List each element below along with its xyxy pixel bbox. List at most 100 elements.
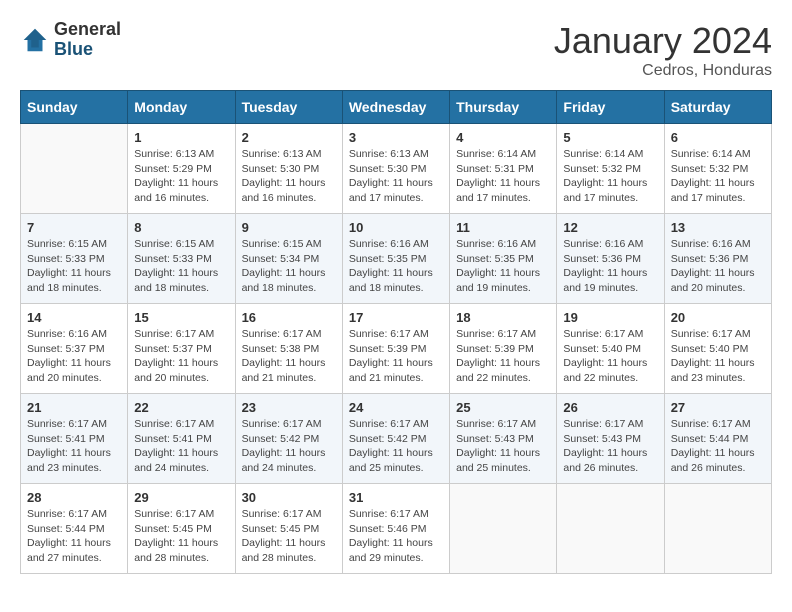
calendar-cell: 21 Sunrise: 6:17 AMSunset: 5:41 PMDayligh… <box>21 394 128 484</box>
day-info: Sunrise: 6:17 AMSunset: 5:44 PMDaylight:… <box>27 507 121 566</box>
day-info: Sunrise: 6:16 AMSunset: 5:35 PMDaylight:… <box>349 237 443 296</box>
calendar-cell: 22 Sunrise: 6:17 AMSunset: 5:41 PMDayligh… <box>128 394 235 484</box>
calendar-cell: 24 Sunrise: 6:17 AMSunset: 5:42 PMDayligh… <box>342 394 449 484</box>
calendar-week-row: 28Sunrise: 6:17 AMSunset: 5:44 PMDayligh… <box>21 484 772 574</box>
logo: General Blue <box>20 20 121 60</box>
day-info: Sunrise: 6:16 AMSunset: 5:37 PMDaylight:… <box>27 327 121 386</box>
day-info: Sunrise: 6:17 AMSunset: 5:40 PMDaylight:… <box>671 327 765 386</box>
day-info: Sunrise: 6:13 AMSunset: 5:30 PMDaylight:… <box>349 147 443 206</box>
day-header-monday: Monday <box>128 91 235 124</box>
day-header-tuesday: Tuesday <box>235 91 342 124</box>
calendar-cell <box>21 124 128 214</box>
calendar-cell <box>450 484 557 574</box>
calendar-cell: 7 Sunrise: 6:15 AMSunset: 5:33 PMDaylight… <box>21 214 128 304</box>
calendar-cell: 29Sunrise: 6:17 AMSunset: 5:45 PMDayligh… <box>128 484 235 574</box>
calendar-cell: 5Sunrise: 6:14 AMSunset: 5:32 PMDaylight… <box>557 124 664 214</box>
day-info: Sunrise: 6:17 AMSunset: 5:42 PMDaylight:… <box>242 417 336 476</box>
day-number: 1 <box>134 130 228 145</box>
day-info: Sunrise: 6:16 AMSunset: 5:35 PMDaylight:… <box>456 237 550 296</box>
calendar-cell: 19 Sunrise: 6:17 AMSunset: 5:40 PMDayligh… <box>557 304 664 394</box>
calendar-cell: 31Sunrise: 6:17 AMSunset: 5:46 PMDayligh… <box>342 484 449 574</box>
calendar-cell: 18 Sunrise: 6:17 AMSunset: 5:39 PMDayligh… <box>450 304 557 394</box>
calendar-cell: 14 Sunrise: 6:16 AMSunset: 5:37 PMDayligh… <box>21 304 128 394</box>
day-number: 2 <box>242 130 336 145</box>
calendar-cell: 20 Sunrise: 6:17 AMSunset: 5:40 PMDayligh… <box>664 304 771 394</box>
day-number: 27 <box>671 400 765 415</box>
day-number: 15 <box>134 310 228 325</box>
day-info: Sunrise: 6:17 AMSunset: 5:44 PMDaylight:… <box>671 417 765 476</box>
day-info: Sunrise: 6:14 AMSunset: 5:32 PMDaylight:… <box>671 147 765 206</box>
day-info: Sunrise: 6:16 AMSunset: 5:36 PMDaylight:… <box>671 237 765 296</box>
day-info: Sunrise: 6:17 AMSunset: 5:39 PMDaylight:… <box>456 327 550 386</box>
page-header: General Blue January 2024 Cedros, Hondur… <box>20 20 772 80</box>
calendar-cell: 27 Sunrise: 6:17 AMSunset: 5:44 PMDayligh… <box>664 394 771 484</box>
logo-blue: Blue <box>54 40 121 60</box>
day-number: 10 <box>349 220 443 235</box>
day-number: 23 <box>242 400 336 415</box>
calendar-week-row: 21 Sunrise: 6:17 AMSunset: 5:41 PMDayligh… <box>21 394 772 484</box>
day-number: 14 <box>27 310 121 325</box>
calendar-cell: 10 Sunrise: 6:16 AMSunset: 5:35 PMDayligh… <box>342 214 449 304</box>
location: Cedros, Honduras <box>554 62 772 80</box>
day-number: 19 <box>563 310 657 325</box>
calendar-week-row: 7 Sunrise: 6:15 AMSunset: 5:33 PMDaylight… <box>21 214 772 304</box>
calendar-cell: 28Sunrise: 6:17 AMSunset: 5:44 PMDayligh… <box>21 484 128 574</box>
day-number: 18 <box>456 310 550 325</box>
day-header-thursday: Thursday <box>450 91 557 124</box>
day-number: 11 <box>456 220 550 235</box>
calendar-cell: 25Sunrise: 6:17 AMSunset: 5:43 PMDayligh… <box>450 394 557 484</box>
day-info: Sunrise: 6:14 AMSunset: 5:31 PMDaylight:… <box>456 147 550 206</box>
day-info: Sunrise: 6:17 AMSunset: 5:41 PMDaylight:… <box>27 417 121 476</box>
logo-icon <box>20 25 50 55</box>
day-number: 29 <box>134 490 228 505</box>
day-number: 17 <box>349 310 443 325</box>
title-section: January 2024 Cedros, Honduras <box>554 20 772 80</box>
day-number: 25 <box>456 400 550 415</box>
day-number: 20 <box>671 310 765 325</box>
day-header-saturday: Saturday <box>664 91 771 124</box>
day-info: Sunrise: 6:17 AMSunset: 5:39 PMDaylight:… <box>349 327 443 386</box>
day-info: Sunrise: 6:15 AMSunset: 5:34 PMDaylight:… <box>242 237 336 296</box>
calendar-cell: 2Sunrise: 6:13 AMSunset: 5:30 PMDaylight… <box>235 124 342 214</box>
day-number: 26 <box>563 400 657 415</box>
calendar-cell: 6 Sunrise: 6:14 AMSunset: 5:32 PMDaylight… <box>664 124 771 214</box>
day-info: Sunrise: 6:14 AMSunset: 5:32 PMDaylight:… <box>563 147 657 206</box>
calendar-cell <box>664 484 771 574</box>
calendar-table: SundayMondayTuesdayWednesdayThursdayFrid… <box>20 90 772 574</box>
day-header-friday: Friday <box>557 91 664 124</box>
day-number: 4 <box>456 130 550 145</box>
calendar-cell: 13 Sunrise: 6:16 AMSunset: 5:36 PMDayligh… <box>664 214 771 304</box>
day-info: Sunrise: 6:16 AMSunset: 5:36 PMDaylight:… <box>563 237 657 296</box>
logo-general: General <box>54 20 121 40</box>
day-info: Sunrise: 6:17 AMSunset: 5:41 PMDaylight:… <box>134 417 228 476</box>
day-info: Sunrise: 6:15 AMSunset: 5:33 PMDaylight:… <box>134 237 228 296</box>
day-number: 3 <box>349 130 443 145</box>
day-info: Sunrise: 6:17 AMSunset: 5:42 PMDaylight:… <box>349 417 443 476</box>
calendar-cell: 4 Sunrise: 6:14 AMSunset: 5:31 PMDaylight… <box>450 124 557 214</box>
calendar-cell: 16Sunrise: 6:17 AMSunset: 5:38 PMDayligh… <box>235 304 342 394</box>
day-number: 16 <box>242 310 336 325</box>
day-number: 30 <box>242 490 336 505</box>
calendar-header-row: SundayMondayTuesdayWednesdayThursdayFrid… <box>21 91 772 124</box>
day-number: 6 <box>671 130 765 145</box>
calendar-cell: 8 Sunrise: 6:15 AMSunset: 5:33 PMDaylight… <box>128 214 235 304</box>
calendar-cell: 17 Sunrise: 6:17 AMSunset: 5:39 PMDayligh… <box>342 304 449 394</box>
day-number: 7 <box>27 220 121 235</box>
calendar-cell <box>557 484 664 574</box>
day-number: 31 <box>349 490 443 505</box>
calendar-cell: 3 Sunrise: 6:13 AMSunset: 5:30 PMDaylight… <box>342 124 449 214</box>
day-number: 13 <box>671 220 765 235</box>
calendar-week-row: 1Sunrise: 6:13 AMSunset: 5:29 PMDaylight… <box>21 124 772 214</box>
day-number: 8 <box>134 220 228 235</box>
calendar-cell: 9 Sunrise: 6:15 AMSunset: 5:34 PMDaylight… <box>235 214 342 304</box>
day-number: 21 <box>27 400 121 415</box>
logo-text: General Blue <box>54 20 121 60</box>
day-number: 22 <box>134 400 228 415</box>
day-number: 9 <box>242 220 336 235</box>
calendar-cell: 12 Sunrise: 6:16 AMSunset: 5:36 PMDayligh… <box>557 214 664 304</box>
day-number: 24 <box>349 400 443 415</box>
day-info: Sunrise: 6:17 AMSunset: 5:40 PMDaylight:… <box>563 327 657 386</box>
day-info: Sunrise: 6:15 AMSunset: 5:33 PMDaylight:… <box>27 237 121 296</box>
day-number: 12 <box>563 220 657 235</box>
month-title: January 2024 <box>554 20 772 62</box>
